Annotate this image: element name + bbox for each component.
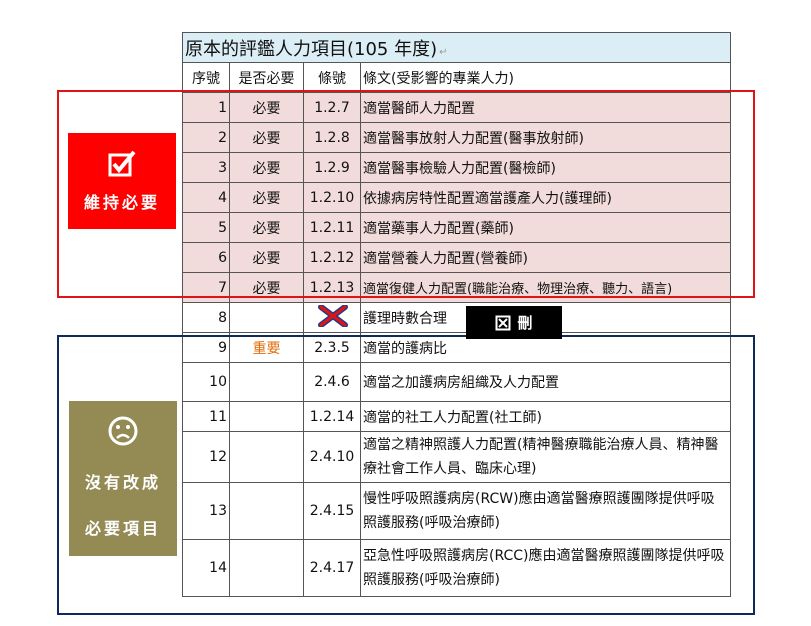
header-row: 序號 是否必要 條號 條文(受影響的專業人力) <box>182 62 732 93</box>
row-seq: 8 <box>182 302 230 333</box>
red-x-icon <box>318 305 348 327</box>
header-text: 條文(受影響的專業人力) <box>359 62 732 93</box>
checkbox-cross-icon <box>495 315 511 330</box>
header-seq: 序號 <box>182 62 230 93</box>
header-clause: 條號 <box>303 62 361 93</box>
not-changed-label: 沒有改成 必要項目 <box>69 401 177 556</box>
not-changed-label-line1: 沒有改成 <box>84 473 161 492</box>
row-required <box>229 302 304 333</box>
title-row: 原本的評鑑人力項目(105 年度) ↵ <box>181 32 732 63</box>
not-changed-label-line2: 必要項目 <box>84 519 161 538</box>
maintain-label-text: 維持必要 <box>83 193 160 212</box>
checkbox-checked-icon <box>108 150 136 177</box>
maintain-label: 維持必要 <box>68 133 176 229</box>
delete-label-text: 刪 <box>517 314 533 332</box>
delete-label: 刪 <box>466 306 562 339</box>
header-required: 是否必要 <box>229 62 304 93</box>
table-title: 原本的評鑑人力項目(105 年度) ↵ <box>181 32 732 63</box>
table-row: 8 護理時數合理 <box>182 302 732 333</box>
sad-face-icon <box>108 416 138 446</box>
